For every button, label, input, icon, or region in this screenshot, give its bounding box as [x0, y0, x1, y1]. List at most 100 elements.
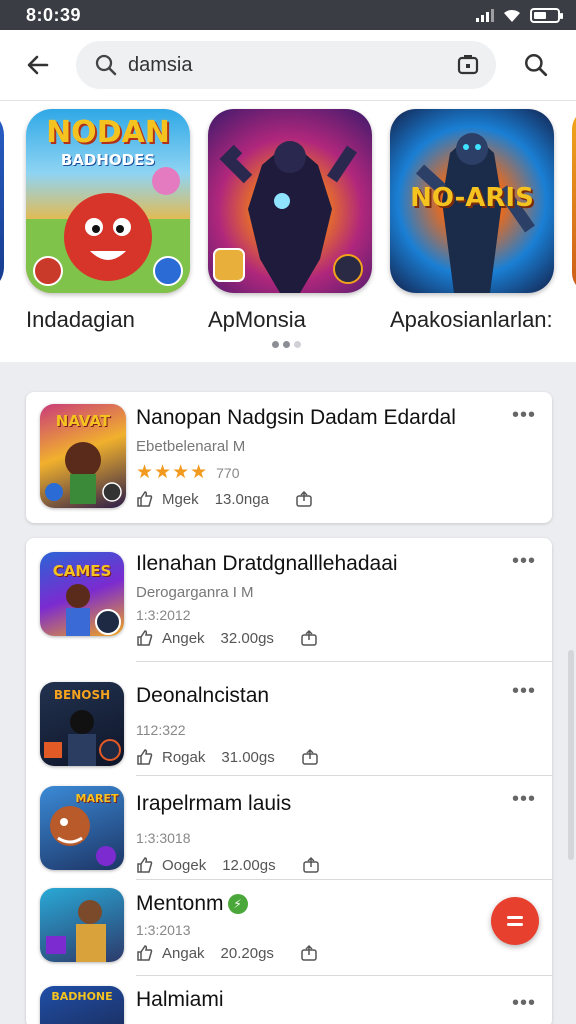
- featured-app[interactable]: ApMonsia: [208, 109, 372, 333]
- app-icon: [40, 888, 124, 962]
- featured-carousel[interactable]: NODAN BADHODES Indadagian ApMonsia NO-AR…: [0, 100, 576, 362]
- thumbs-up-icon: [137, 491, 153, 507]
- status-icons: [476, 7, 563, 23]
- search-button[interactable]: [496, 30, 576, 100]
- app-rating: ★★★★ 770: [136, 461, 502, 484]
- app-stats: Oogek 12.00gs: [136, 856, 502, 874]
- scrollbar[interactable]: [568, 650, 574, 860]
- app-title: Ilenahan Dratdgnalllehadaai: [136, 552, 398, 575]
- carousel-item-partial[interactable]: [572, 109, 576, 293]
- carousel-pagination: [272, 341, 301, 348]
- app-info: Nanopan Nadgsin Dadam Edardal Ebetbelena…: [136, 406, 502, 508]
- app-info: Deonalncistan 112:322 Rogak 31.00gs: [136, 684, 502, 766]
- scan-icon: [457, 55, 479, 75]
- art-title: BENOSH: [53, 688, 111, 702]
- app-rating: 1:3:3018: [136, 830, 502, 846]
- more-options-button[interactable]: •••: [512, 993, 536, 1013]
- page-dot: [294, 341, 301, 348]
- rating-count: 112:322: [136, 722, 186, 738]
- ratings-label: Mgek: [162, 490, 199, 508]
- page-dot-active: [272, 341, 279, 348]
- share-icon: [302, 748, 318, 765]
- rating-count: 1:3:2012: [136, 607, 191, 623]
- top-app-bar: [0, 30, 576, 100]
- thumbs-up-icon: [137, 630, 153, 646]
- wifi-icon: [504, 9, 520, 22]
- thumbs-up-icon: [137, 945, 153, 961]
- ratings-label: Oogek: [162, 856, 207, 874]
- featured-app[interactable]: NODAN BADHODES Indadagian: [26, 109, 190, 333]
- rating-count: 1:3:3018: [136, 830, 191, 846]
- search-input[interactable]: [128, 53, 454, 77]
- verified-badge-icon: ⚡: [227, 894, 248, 915]
- app-size: 32.00gs: [220, 629, 274, 647]
- app-row[interactable]: MARET Irapelrmam lauis 1:3:3018 Oogek 12…: [26, 776, 552, 884]
- app-stats: Angak 20.20gs: [136, 944, 502, 962]
- thumbs-up-icon: [137, 857, 153, 873]
- app-title: Halmiami: [136, 988, 224, 1011]
- app-artwork: NO-ARIS: [390, 109, 554, 293]
- battery-icon: [530, 7, 563, 23]
- art-title: CAMES: [52, 562, 112, 580]
- app-developer: Derogarganra I M: [136, 584, 254, 601]
- app-title: Nanopan Nadgsin Dadam Edardal: [136, 406, 456, 429]
- ratings-label: Angek: [162, 629, 205, 647]
- app-title: Mentonm ⚡: [136, 892, 502, 916]
- app-icon: BADHONE: [40, 986, 124, 1024]
- art-title: MARET: [75, 792, 119, 805]
- app-rating: 112:322: [136, 722, 502, 738]
- page-dot: [283, 341, 290, 348]
- app-title: Irapelrmam lauis: [136, 792, 292, 815]
- app-rating: 1:3:2013: [136, 922, 502, 938]
- app-info: Ilenahan Dratdgnalllehadaai Derogarganra…: [136, 552, 502, 647]
- app-stats: Angek 32.00gs: [136, 629, 502, 647]
- app-row[interactable]: BENOSH Deonalncistan 112:322 Rogak 31.00…: [26, 668, 552, 776]
- game-art-icon: [46, 900, 106, 962]
- app-size: 20.20gs: [220, 944, 274, 962]
- app-title-text: Mentonm: [136, 892, 224, 915]
- more-options-button[interactable]: •••: [512, 551, 536, 571]
- more-options-button[interactable]: •••: [512, 405, 536, 425]
- app-card[interactable]: NAVAT Nanopan Nadgsin Dadam Edardal Ebet…: [26, 392, 552, 523]
- rating-count: 1:3:2013: [136, 922, 191, 938]
- featured-app-label: Apakosianlarlan:: [390, 307, 553, 332]
- app-icon: BENOSH: [40, 682, 124, 766]
- app-artwork: [208, 109, 372, 293]
- search-bar[interactable]: [76, 41, 496, 89]
- app-rating: 1:3:2012: [136, 607, 502, 623]
- ratings-label: Rogak: [162, 748, 206, 766]
- carousel-item-partial[interactable]: [0, 109, 4, 293]
- app-icon: NAVAT: [40, 404, 126, 508]
- search-icon: [95, 54, 117, 76]
- signal-icon: [476, 8, 494, 22]
- app-row[interactable]: Mentonm ⚡ 1:3:2013 Angak 20.20gs: [26, 880, 552, 988]
- ratings-label: Angak: [162, 944, 205, 962]
- share-icon: [301, 629, 317, 646]
- art-title: NODAN: [46, 115, 170, 150]
- featured-app[interactable]: NO-ARIS Apakosianlarlan:: [390, 109, 554, 333]
- share-icon: [302, 856, 319, 873]
- app-developer: Ebetbelenaral M: [136, 438, 246, 455]
- app-icon: CAMES: [40, 552, 124, 636]
- app-row[interactable]: CAMES Ilenahan Dratdgnalllehadaai Deroga…: [26, 538, 552, 647]
- app-row[interactable]: BADHONE Halmiami •••: [26, 976, 552, 1024]
- app-stats: Rogak 31.00gs: [136, 748, 502, 766]
- app-title: Deonalncistan: [136, 684, 270, 707]
- art-title: BADHONE: [51, 990, 113, 1003]
- app-size: 31.00gs: [221, 748, 275, 766]
- app-size: 12.00gs: [222, 856, 276, 874]
- more-options-button[interactable]: •••: [512, 681, 536, 701]
- filter-fab-button[interactable]: [491, 897, 539, 945]
- star-rating: ★★★★: [136, 462, 209, 483]
- status-bar: 8:0:39: [0, 0, 576, 30]
- art-subtitle: BADHODES: [60, 151, 156, 169]
- app-info: Mentonm ⚡ 1:3:2013 Angak 20.20gs: [136, 892, 502, 962]
- art-title: NAVAT: [55, 412, 111, 430]
- app-artwork: NODAN BADHODES: [26, 109, 190, 293]
- featured-app-label: ApMonsia: [208, 307, 306, 332]
- back-button[interactable]: [0, 30, 76, 100]
- scan-button[interactable]: [454, 51, 482, 79]
- art-title: NO-ARIS: [410, 183, 534, 213]
- rating-count: 770: [216, 464, 240, 481]
- more-options-button[interactable]: •••: [512, 789, 536, 809]
